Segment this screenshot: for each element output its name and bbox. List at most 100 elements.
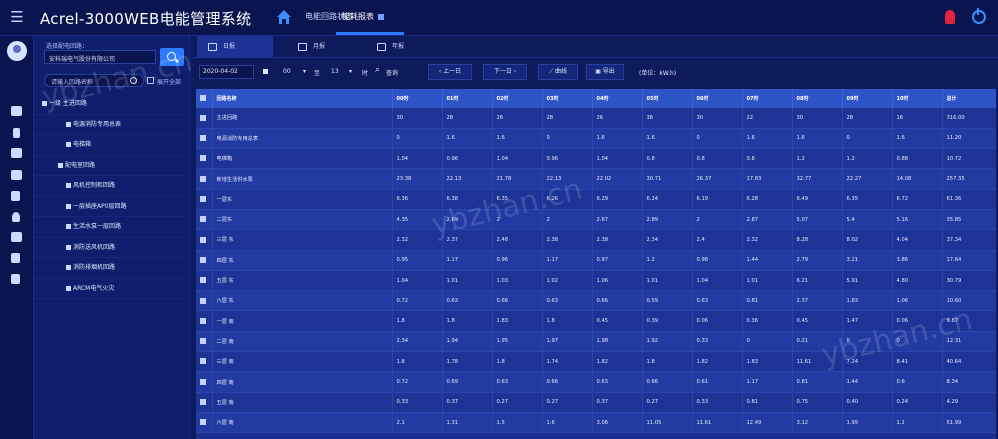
table-row[interactable]: 电源消防专用总表 0 1.6 1.6 0 1.6 1.6 0 1.6 1.6 0 1.6 11.20 xyxy=(196,128,996,150)
tree-item[interactable]: 一级 主进回路 xyxy=(34,94,190,115)
prev-day-button[interactable]: ‹ 上一日 xyxy=(428,64,472,80)
table-row[interactable]: 六层 东 0.72 0.63 0.66 0.63 0.66 0.59 0.63 0.81 2.37… xyxy=(196,290,996,312)
row-checkbox[interactable] xyxy=(200,297,206,304)
folder-icon[interactable] xyxy=(11,148,22,158)
row-select-cell[interactable] xyxy=(196,310,213,332)
row-checkbox[interactable] xyxy=(200,419,206,426)
table-row[interactable]: 三层 南 1.8 1.78 1.8 1.74 1.82 1.8 1.82 1.83 11.61 7.… xyxy=(196,351,996,373)
circuit-select[interactable]: 安科瑞电气股份有限公司 xyxy=(44,50,156,64)
tree-item[interactable]: 配电室回路 xyxy=(34,156,190,176)
row-select-cell[interactable] xyxy=(196,270,213,292)
row-select-cell[interactable] xyxy=(196,290,213,312)
row-select-cell[interactable] xyxy=(196,189,213,210)
row-select-cell[interactable] xyxy=(196,371,213,393)
circuit-name-input[interactable]: 请输入回路名称 xyxy=(44,74,144,87)
hour-to-dropdown-icon[interactable]: ▾ xyxy=(349,68,352,75)
row-select-cell[interactable] xyxy=(196,229,213,251)
row-checkbox[interactable] xyxy=(200,114,206,121)
row-checkbox[interactable] xyxy=(200,338,206,345)
tab-monthly[interactable]: 月报 xyxy=(287,36,363,58)
table-row[interactable]: 四层 南 0.72 0.69 0.63 0.66 0.63 0.66 0.61 1.17 0.81… xyxy=(196,371,996,393)
tree-item[interactable]: 一层插座AP0层回路 xyxy=(34,197,190,217)
table-row[interactable]: 五层 东 1.04 1.01 1.03 1.02 1.06 1.01 1.04 1.01 6.21… xyxy=(196,270,996,292)
table-row[interactable]: 一层东 6.36 6.38 6.35 6.26 6.29 6.24 6.19 6.28 6.49 6… xyxy=(196,189,996,210)
row-checkbox[interactable] xyxy=(200,256,206,263)
column-header[interactable]: 总计 xyxy=(942,89,996,108)
avatar[interactable] xyxy=(7,41,27,61)
table-row[interactable]: 六层 南 2.1 1.31 1.5 1.6 3.06 11.05 11.61 12.49 3.12… xyxy=(196,412,996,434)
column-header[interactable]: 03时 xyxy=(542,89,593,108)
home-icon[interactable] xyxy=(276,9,292,25)
next-day-button[interactable]: 下一日 › xyxy=(483,64,527,80)
monitor-icon[interactable] xyxy=(11,106,22,116)
user-icon[interactable] xyxy=(12,212,20,222)
tree-item[interactable]: ARCM电气火灾 xyxy=(34,279,190,299)
column-header[interactable]: 04时 xyxy=(592,89,643,108)
select-all-cell[interactable] xyxy=(196,89,213,108)
menu-icon[interactable]: ☰ xyxy=(8,8,26,26)
row-select-cell[interactable] xyxy=(196,351,213,373)
gauge-icon[interactable] xyxy=(13,128,20,138)
column-header[interactable]: 00时 xyxy=(392,89,443,108)
row-checkbox[interactable] xyxy=(200,236,206,243)
row-checkbox[interactable] xyxy=(200,358,206,365)
row-checkbox[interactable] xyxy=(200,155,206,162)
tree-item[interactable]: 生活水泵一层回路 xyxy=(34,217,190,238)
settings-icon[interactable] xyxy=(11,274,20,284)
row-select-cell[interactable] xyxy=(196,148,213,170)
column-header[interactable]: 08时 xyxy=(792,89,843,108)
tree-item[interactable]: 消防排烟机回路 xyxy=(34,258,190,279)
row-select-cell[interactable] xyxy=(196,128,213,150)
column-header[interactable]: 01时 xyxy=(442,89,493,108)
hour-from-dropdown-icon[interactable]: ▾ xyxy=(303,68,306,75)
tree-item[interactable]: 电源消防专用总表 xyxy=(34,115,190,135)
column-header[interactable]: 05时 xyxy=(642,89,693,108)
alarm-icon[interactable] xyxy=(945,10,955,24)
table-row[interactable]: 三层 东 2.32 2.37 2.48 2.38 2.38 2.34 2.4 2.32 8.28 8… xyxy=(196,229,996,251)
tab-yearly[interactable]: 年报 xyxy=(366,36,442,58)
search-icon[interactable] xyxy=(130,77,137,84)
row-select-cell[interactable] xyxy=(196,168,213,190)
row-checkbox[interactable] xyxy=(200,196,206,203)
hour-from-value[interactable]: 00 xyxy=(283,68,291,75)
export-button[interactable]: ▣ 导出 xyxy=(586,64,624,80)
tree-item[interactable]: 风机控制柜回路 xyxy=(34,176,190,197)
column-header[interactable]: 09时 xyxy=(842,89,893,108)
column-header[interactable]: 07时 xyxy=(742,89,793,108)
row-checkbox[interactable] xyxy=(200,216,206,223)
power-icon[interactable] xyxy=(972,8,986,24)
row-checkbox[interactable] xyxy=(200,378,206,385)
tab-daily[interactable]: 日报 xyxy=(197,36,273,58)
row-checkbox[interactable] xyxy=(200,399,206,406)
hour-to-value[interactable]: 13 xyxy=(331,68,339,75)
row-checkbox[interactable] xyxy=(200,317,206,324)
column-header[interactable]: 10时 xyxy=(892,89,943,108)
calendar-icon[interactable] xyxy=(263,69,268,74)
tab-energy-report[interactable]: 能耗报表 xyxy=(342,11,384,22)
table-row[interactable]: 四层 东 0.95 1.17 0.96 1.17 0.97 1.2 0.98 1.44 2.79 3… xyxy=(196,250,996,271)
table-row[interactable]: 二层 南 2.34 1.94 1.95 1.97 1.98 1.92 0.33 0 0.21 0 0 1… xyxy=(196,331,996,353)
table-row[interactable]: 二层东 4.35 2.69 2 2 2.67 2.89 2 2.87 5.07 5.4 5.16 35.… xyxy=(196,209,996,231)
table-row[interactable]: 新增生活供水泵 23.38 22.13 21.78 22.13 22.02 30.71 26.… xyxy=(196,168,996,190)
tree-item[interactable]: 消防送风机回路 xyxy=(34,238,190,258)
column-header[interactable]: 回路名称 xyxy=(212,89,393,108)
tree-item[interactable]: 电梯箱 xyxy=(34,135,190,156)
row-checkbox[interactable] xyxy=(200,175,206,182)
row-select-cell[interactable] xyxy=(196,108,213,129)
table-row[interactable]: 一层 南 1.8 1.8 1.83 1.8 0.45 0.39 0.06 0.36 0.45 1.4… xyxy=(196,310,996,332)
row-select-cell[interactable] xyxy=(196,209,213,231)
chart-button[interactable]: ⟋ 曲线 xyxy=(538,64,578,80)
tree-search-button[interactable] xyxy=(160,48,184,66)
table-row[interactable]: 主进回路 30 28 26 28 26 36 30 22 30 28 16 316.00 xyxy=(196,108,996,129)
row-select-cell[interactable] xyxy=(196,250,213,271)
tools-icon[interactable] xyxy=(11,232,22,242)
table-row[interactable]: 五层 南 0.33 0.37 0.27 0.27 0.37 0.27 0.33 0.81 0.75… xyxy=(196,392,996,413)
column-header[interactable]: 06时 xyxy=(692,89,743,108)
expand-all-checkbox[interactable] xyxy=(147,77,154,84)
select-all-checkbox[interactable] xyxy=(200,95,206,102)
row-select-cell[interactable] xyxy=(196,331,213,353)
document-icon[interactable] xyxy=(11,191,20,201)
edit-icon[interactable] xyxy=(11,253,20,263)
chart-icon[interactable] xyxy=(11,170,22,180)
column-header[interactable]: 02时 xyxy=(492,89,543,108)
